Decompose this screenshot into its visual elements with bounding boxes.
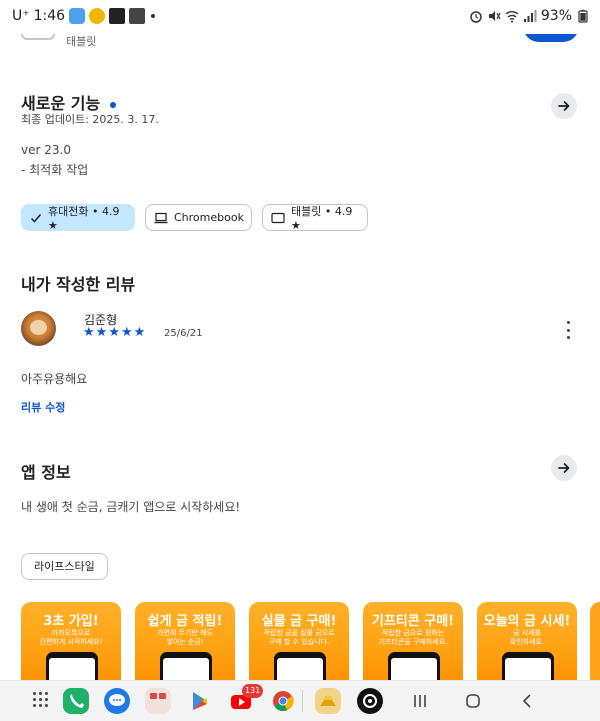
more-notifications-dot — [151, 14, 156, 18]
avatar-face — [30, 320, 47, 335]
last-updated: 최종 업데이트: 2025. 3. 17. — [21, 113, 159, 126]
app-notification-icon-2 — [129, 8, 146, 24]
screenshot-title: 오늘의 금 시세! — [483, 614, 571, 629]
star-rating: ★ ★ ★ ★ ★ — [83, 326, 145, 339]
screenshot-subtitle: 금 시세를 확인하세요. — [509, 629, 545, 646]
arrow-right-icon — [558, 463, 570, 473]
chip-tablet-label: 태블릿 • 4.9 ★ — [291, 205, 353, 232]
screenshot-2[interactable]: 쉽게 금 적립! 가면히 두기만 해도 쌓이는 순금! — [135, 602, 235, 692]
alarm-icon — [470, 11, 482, 23]
review-date: 25/6/21 — [164, 328, 203, 339]
home-icon — [466, 694, 480, 708]
arrow-right-icon — [558, 101, 570, 111]
coin-notification-icon — [89, 8, 106, 24]
app-description: 내 생애 첫 순금, 금캐기 앱으로 시작하세요! — [21, 500, 241, 514]
messages-app-icon[interactable] — [104, 688, 130, 714]
taskbar-divider — [302, 690, 303, 712]
app-notification-icon — [109, 8, 126, 24]
app-drawer-icon[interactable] — [33, 692, 49, 708]
star-icon: ★ — [108, 325, 120, 340]
back-button[interactable] — [512, 690, 542, 712]
screenshot-subtitle: 적립한 금으로 원하는 기프티콘을 구매하세요. — [378, 629, 448, 646]
taskbar — [0, 680, 600, 721]
new-indicator-dot — [110, 101, 117, 108]
check-icon — [30, 213, 42, 223]
wifi-icon — [505, 11, 519, 23]
chip-phone[interactable]: 휴대전화 • 4.9 ★ — [21, 204, 135, 232]
tablet-icon — [271, 212, 285, 223]
naver-notification-icon — [69, 8, 86, 24]
star-icon: ★ — [133, 325, 146, 340]
signal-icon — [523, 10, 537, 22]
chrome-app-icon[interactable] — [270, 688, 296, 714]
youtube-notification-badge: 131 — [242, 684, 264, 698]
recent-apps-icon — [414, 695, 426, 707]
screenshot-subtitle: 가면히 두기만 해도 쌓이는 순금! — [157, 629, 213, 646]
recent-apps-button[interactable] — [405, 690, 435, 712]
status-right: 93% — [469, 8, 590, 24]
my-review-title: 내가 작성한 리뷰 — [21, 275, 136, 294]
device-label: 태블릿 — [66, 35, 97, 48]
screenshot-1[interactable]: 3초 가입! 카카오톡으로 간편하게 시작하세요! — [21, 602, 121, 692]
screenshot-3[interactable]: 실물 금 구매! 적립한 금을 실물 금으로 구매 할 수 있습니다. — [249, 602, 349, 692]
play-store-icon[interactable] — [187, 688, 213, 714]
laptop-icon — [154, 212, 168, 223]
screenshot-title: 3초 가입! — [43, 614, 99, 629]
version-text: ver 23.0 — [21, 143, 71, 157]
status-bar: U⁺ 1:46 93% — [0, 0, 600, 34]
chip-chromebook-label: Chromebook — [174, 211, 244, 224]
app-info-title[interactable]: 앱 정보 — [21, 459, 71, 483]
clock: 1:46 — [33, 8, 66, 24]
memo-app-icon[interactable] — [145, 688, 171, 714]
mute-icon — [488, 11, 501, 21]
star-icon: ★ — [95, 325, 108, 340]
screenshot-5[interactable]: 오늘의 금 시세! 금 시세를 확인하세요. — [477, 602, 577, 692]
threads-app-icon[interactable] — [357, 688, 383, 714]
carrier-label: U⁺ — [12, 8, 30, 24]
review-text: 아주유용해요 — [21, 372, 88, 386]
more-options-icon[interactable] — [563, 321, 573, 339]
chip-phone-label: 휴대전화 • 4.9 ★ — [48, 205, 120, 232]
screenshot-title: 쉽게 금 적립! — [147, 614, 223, 629]
battery-icon — [578, 9, 588, 23]
chip-chromebook[interactable]: Chromebook — [145, 204, 252, 231]
category-chip[interactable]: 라이프스타일 — [21, 553, 108, 580]
app-info-arrow-button[interactable] — [551, 455, 577, 481]
screenshot-subtitle: 카카오톡으로 간편하게 시작하세요! — [39, 629, 103, 646]
screenshot-title: 실물 금 구매! — [261, 614, 337, 629]
back-icon — [522, 694, 531, 708]
phone-app-icon[interactable] — [63, 688, 89, 714]
star-icon: ★ — [120, 325, 133, 340]
whats-new-arrow-button[interactable] — [551, 93, 577, 119]
screenshot-subtitle: 적립한 금을 실물 금으로 구매 할 수 있습니다. — [263, 629, 335, 646]
screenshot-4[interactable]: 기프티콘 구매! 적립한 금으로 원하는 기프티콘을 구매하세요. — [363, 602, 463, 692]
status-left: U⁺ 1:46 — [12, 8, 156, 24]
gold-app-icon[interactable] — [315, 688, 341, 714]
star-icon: ★ — [83, 325, 95, 340]
update-note: - 최적화 작업 — [21, 163, 89, 177]
battery-percent: 93% — [540, 8, 572, 24]
screenshot-title: 기프티콘 구매! — [371, 614, 455, 629]
chip-tablet[interactable]: 태블릿 • 4.9 ★ — [262, 204, 368, 232]
edit-review-link[interactable]: 리뷰 수정 — [21, 399, 65, 415]
avatar — [21, 311, 56, 346]
screenshot-6-partial[interactable] — [590, 602, 600, 692]
home-button[interactable] — [458, 690, 488, 712]
